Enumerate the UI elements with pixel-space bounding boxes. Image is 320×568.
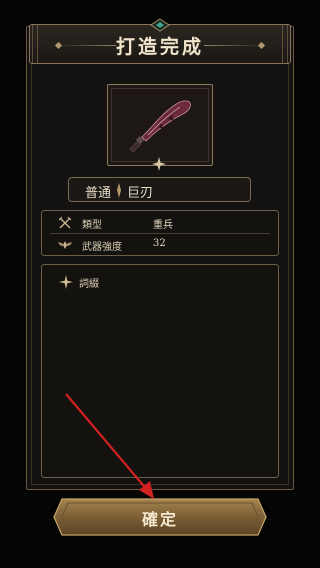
stat-label-strength: 武器強度 — [82, 242, 122, 253]
item-name: 巨刃 — [127, 186, 154, 201]
item-name-bar: 普通 巨刃 — [68, 177, 251, 202]
gem-ornament-icon — [150, 18, 170, 32]
frame-star-icon — [152, 157, 166, 171]
winged-emblem-icon — [58, 241, 72, 249]
affix-label: 詞綴 — [79, 279, 99, 290]
dialog-title: 打造完成 — [115, 36, 204, 58]
confirm-button[interactable]: 確定 — [52, 497, 268, 537]
curved-blade-icon — [129, 100, 191, 153]
affix-box: 詞綴 — [41, 264, 279, 478]
crossed-swords-icon — [58, 216, 72, 229]
confirm-button-label: 確定 — [141, 510, 178, 529]
stat-row-type: 類型 重兵 — [42, 212, 278, 234]
stat-row-strength: 武器強度 32 — [42, 234, 278, 256]
stat-value-type: 重兵 — [153, 220, 173, 231]
rarity-divider-icon — [117, 183, 121, 198]
stat-label-type: 類型 — [82, 220, 102, 231]
four-point-star-icon — [59, 275, 73, 289]
item-image-frame — [107, 84, 213, 166]
stat-value-strength: 32 — [153, 238, 166, 249]
item-rarity: 普通 — [85, 186, 112, 201]
stats-box: 類型 重兵 武器強度 32 — [41, 210, 279, 256]
